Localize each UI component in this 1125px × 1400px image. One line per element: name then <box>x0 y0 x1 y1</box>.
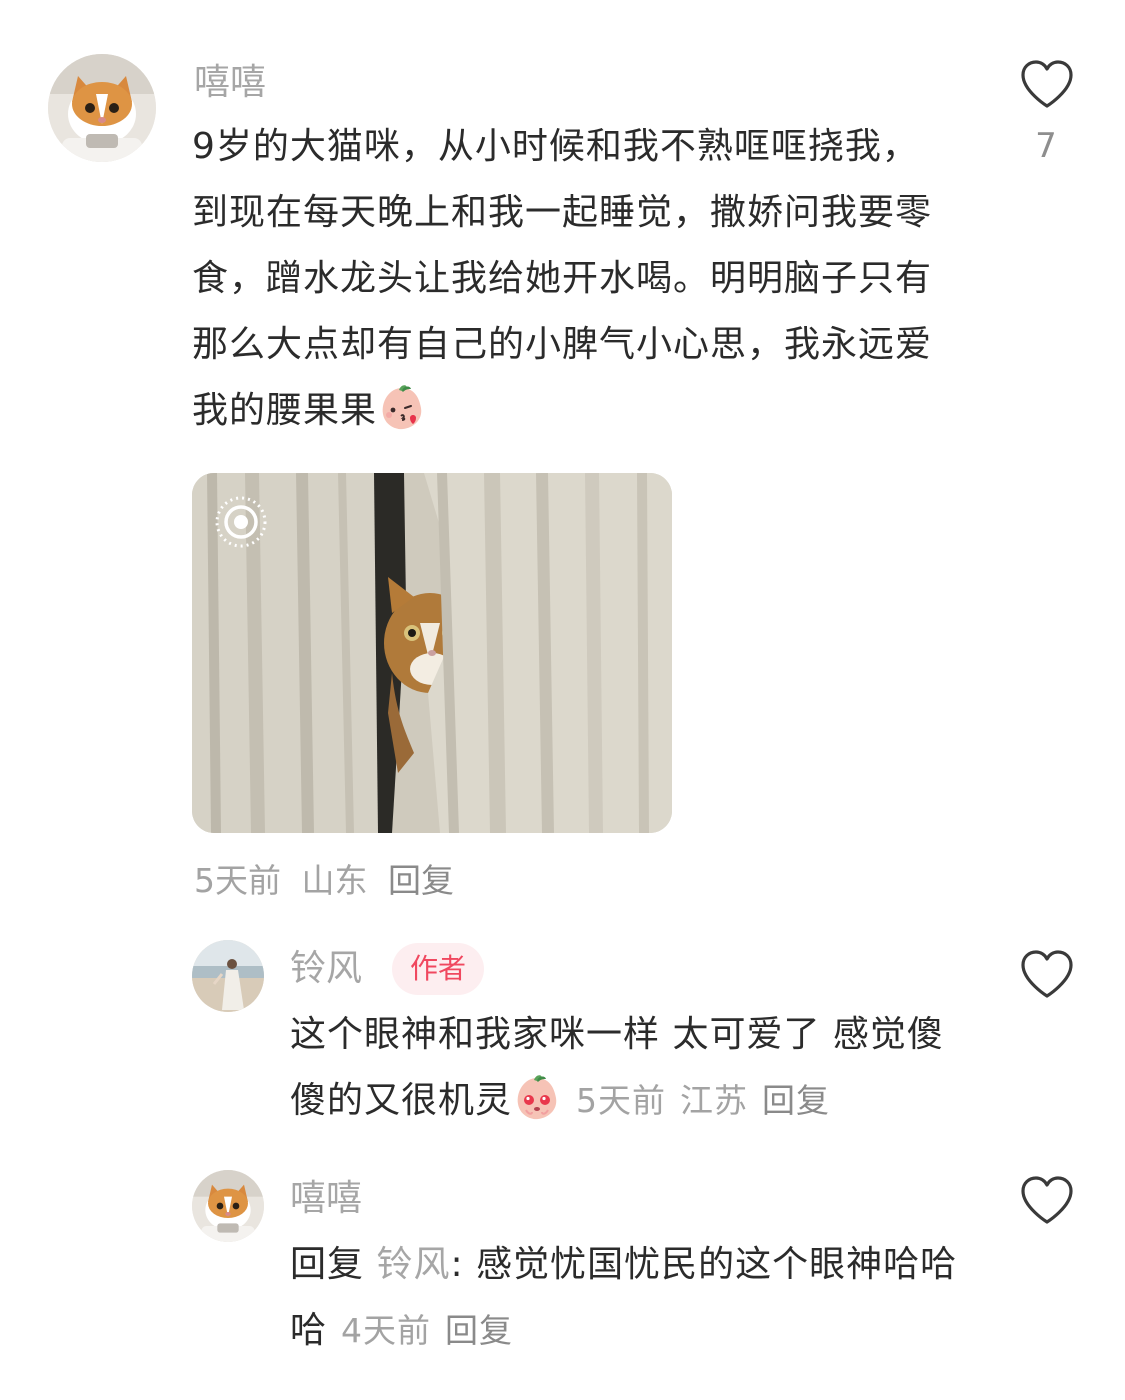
reply-text: 这个眼神和我家咪一样 太可爱了 感觉傻傻的又很机灵 5天前 江苏 回复 <box>290 1002 970 1134</box>
avatar[interactable] <box>48 54 156 162</box>
reply-button[interactable]: 回复 <box>762 1081 830 1120</box>
heart-icon[interactable] <box>1018 946 1076 1004</box>
comment-author-name[interactable]: 嘻嘻 <box>194 58 266 108</box>
reply-button[interactable]: 回复 <box>388 861 454 900</box>
reply-prefix: 回复 <box>290 1244 365 1285</box>
reply-to-name[interactable]: 铃风 <box>376 1244 450 1285</box>
author-badge: 作者 <box>392 943 485 995</box>
live-photo-icon[interactable] <box>214 495 268 549</box>
avatar[interactable] <box>192 940 264 1012</box>
comment-text: 9岁的大猫咪，从小时候和我不熟哐哐挠我，到现在每天晚上和我一起睡觉，撒娇问我要零… <box>192 114 952 444</box>
comment-location: 山东 <box>301 861 368 900</box>
comment-time: 5天前 <box>194 861 281 900</box>
teary-peach-emoji <box>512 1072 562 1122</box>
reply-time: 5天前 <box>576 1081 667 1120</box>
reply-button[interactable]: 回复 <box>445 1311 513 1350</box>
heart-icon[interactable] <box>1018 56 1076 114</box>
reply-text: 回复 铃风: 感觉忧国忧民的这个眼神哈哈哈 4天前 回复 <box>290 1232 970 1364</box>
reply-time: 4天前 <box>341 1311 432 1350</box>
kiss-peach-emoji <box>377 382 427 432</box>
heart-icon[interactable] <box>1018 1172 1076 1230</box>
avatar[interactable] <box>192 1170 264 1242</box>
reply-location: 江苏 <box>680 1081 749 1120</box>
reply-author-name[interactable]: 嘻嘻 <box>290 1174 362 1224</box>
reply-colon: : <box>450 1244 464 1285</box>
comment-meta: 5天前 山东 回复 <box>194 854 454 902</box>
reply-author-name[interactable]: 铃风 <box>290 944 362 994</box>
like-count: 7 <box>1035 126 1057 166</box>
comment-body: 9岁的大猫咪，从小时候和我不熟哐哐挠我，到现在每天晚上和我一起睡觉，撒娇问我要零… <box>192 126 933 431</box>
